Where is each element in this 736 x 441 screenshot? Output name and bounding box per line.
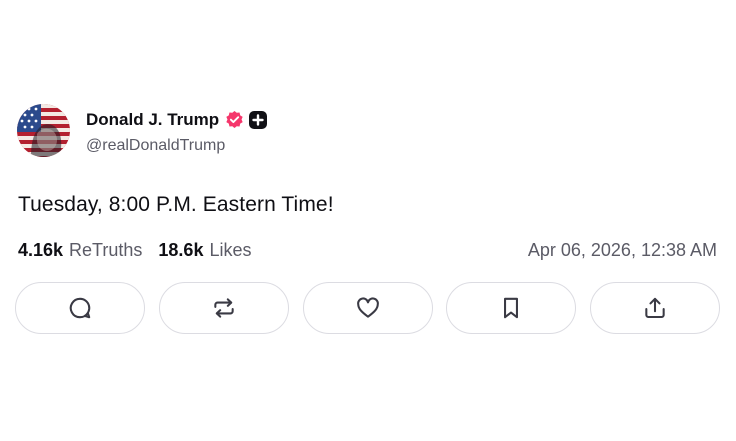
post-timestamp: Apr 06, 2026, 12:38 AM: [527, 239, 717, 260]
post-card: Donald J. Trump @realDonaldTrump Tuesday…: [0, 0, 736, 441]
author-handle[interactable]: @realDonaldTrump: [86, 137, 267, 155]
repost-icon: [214, 298, 234, 318]
likes-count: 18.6k: [158, 239, 204, 260]
retruth-button[interactable]: [158, 282, 289, 334]
heart-icon: [356, 297, 379, 318]
retruths-label: ReTruths: [69, 239, 143, 260]
like-button[interactable]: [302, 282, 433, 334]
retruths-count: 4.16k: [18, 239, 64, 260]
flag-portrait-avatar-icon: [17, 104, 70, 157]
author-names: Donald J. Trump @realDonaldTrump: [86, 107, 268, 155]
stat-group: 4.16k ReTruths 18.6k Likes: [18, 240, 267, 261]
likes-label: Likes: [209, 239, 252, 260]
post-stats: 4.16k ReTruths 18.6k Likes Apr 06, 2026,…: [18, 237, 717, 263]
share-icon: [645, 297, 665, 319]
verified-badge-icon: [225, 110, 244, 129]
retruths-stat[interactable]: 4.16k ReTruths: [18, 240, 142, 261]
post-header: Donald J. Trump @realDonaldTrump: [17, 104, 268, 157]
share-button[interactable]: [590, 282, 720, 334]
likes-stat[interactable]: 18.6k Likes: [158, 240, 251, 261]
reply-button[interactable]: [15, 282, 145, 334]
avatar[interactable]: [17, 104, 70, 157]
action-bar: [15, 282, 720, 334]
plus-badge-icon: [249, 110, 268, 129]
post-text: Tuesday, 8:00 P.M. Eastern Time!: [18, 193, 334, 216]
comment-icon: [69, 297, 91, 319]
bookmark-button[interactable]: [446, 282, 577, 334]
name-row: Donald J. Trump: [86, 107, 268, 133]
author-display-name[interactable]: Donald J. Trump: [86, 110, 219, 130]
bookmark-icon: [504, 297, 519, 319]
